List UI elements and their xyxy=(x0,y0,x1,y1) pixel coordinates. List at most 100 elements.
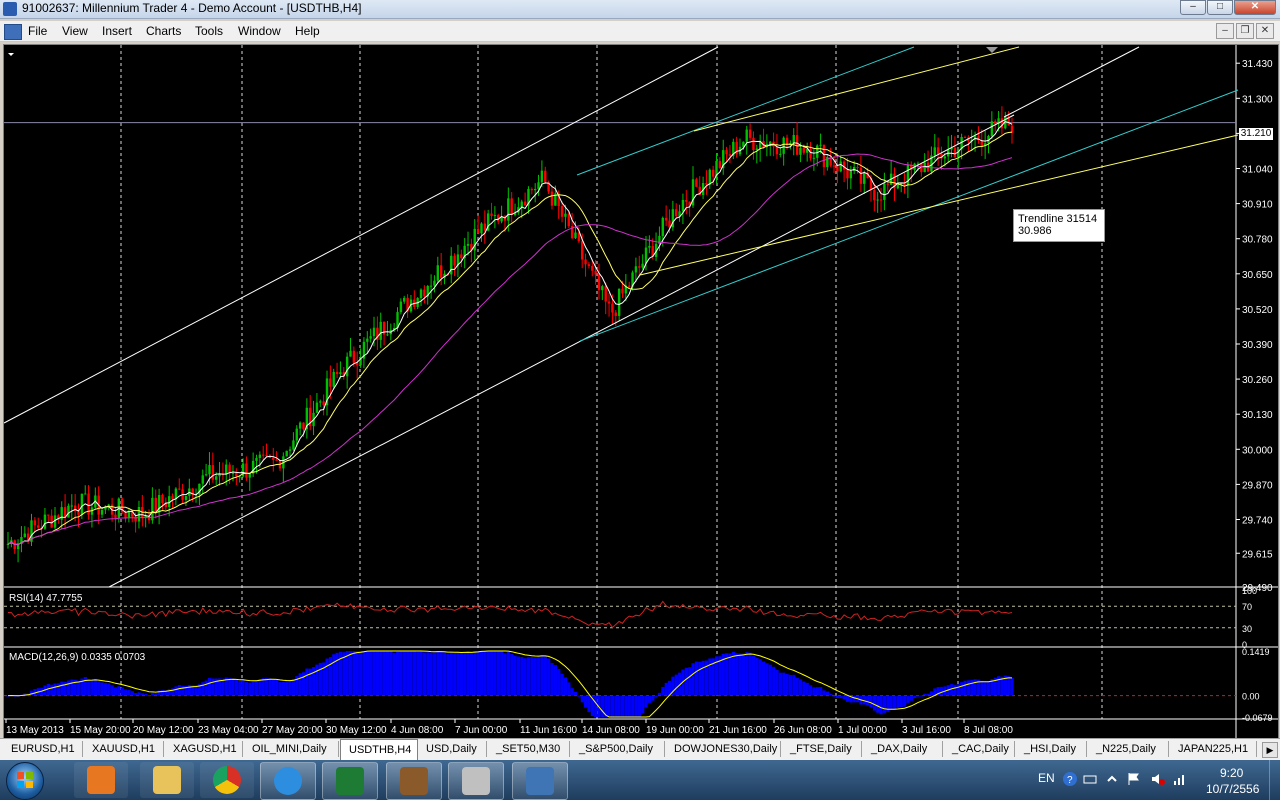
macd-histogram-bar xyxy=(244,681,249,696)
ma-fast-line xyxy=(7,121,1013,546)
mdi-restore-button[interactable]: ❐ xyxy=(1236,23,1254,39)
tab-japan225-h1[interactable]: JAPAN225,H1 xyxy=(1170,741,1257,757)
candle-body xyxy=(480,223,483,234)
candle-body xyxy=(641,263,644,268)
candle-body xyxy=(1010,125,1014,133)
macd-histogram-bar xyxy=(60,681,64,696)
candle-body xyxy=(745,129,748,142)
candle-body xyxy=(366,338,369,342)
help-icon[interactable]: ? xyxy=(1062,771,1078,787)
macd-histogram-bar xyxy=(970,679,974,696)
candle-body xyxy=(255,457,258,461)
tray-expand-icon[interactable] xyxy=(1104,771,1120,787)
tab-cac-daily[interactable]: _CAC,Daily xyxy=(944,741,1015,757)
taskbar-chrome-button[interactable] xyxy=(200,762,254,798)
tab-xauusd-h1[interactable]: XAUUSD,H1 xyxy=(84,741,164,757)
macd-histogram-bar xyxy=(335,652,339,696)
candle-body xyxy=(681,199,685,212)
show-desktop-button[interactable] xyxy=(1269,760,1280,800)
candle-body xyxy=(349,350,352,357)
candle-body xyxy=(836,166,839,172)
keyboard-icon[interactable] xyxy=(1082,771,1098,787)
macd-histogram-bar xyxy=(832,695,836,697)
channel-lower-white-ext xyxy=(1003,46,1140,118)
menu-window[interactable]: Window xyxy=(238,24,281,38)
tab-hsi-daily[interactable]: _HSI,Daily xyxy=(1016,741,1087,757)
taskbar-bird-app-button[interactable] xyxy=(386,762,442,800)
macd-histogram-bar xyxy=(674,674,678,696)
macd-histogram-bar xyxy=(866,695,870,706)
macd-histogram-bar xyxy=(939,686,944,696)
candle-body xyxy=(345,356,349,377)
clock-time[interactable]: 9:20 xyxy=(1220,766,1243,780)
menu-view[interactable]: View xyxy=(62,24,88,38)
taskbar-media-player-button[interactable] xyxy=(74,762,128,798)
macd-histogram-bar xyxy=(751,655,756,696)
taskbar-trader-button[interactable] xyxy=(512,762,568,800)
macd-histogram-bar xyxy=(171,688,175,696)
start-button[interactable] xyxy=(6,762,44,800)
macd-histogram-bar xyxy=(573,691,578,696)
candle-body xyxy=(80,493,84,515)
tab-xagusd-h1[interactable]: XAGUSD,H1 xyxy=(165,741,243,757)
menu-charts[interactable]: Charts xyxy=(146,24,181,38)
chart-window[interactable]: 13 May 2013 15 May 20:00 20 May 12:00 23 Ma… xyxy=(3,44,1279,740)
tab-usdthb-h4[interactable]: USDTHB,H4 xyxy=(340,739,418,760)
action-center-flag-icon[interactable] xyxy=(1126,771,1142,787)
tab-ftse-daily[interactable]: _FTSE,Daily xyxy=(782,741,862,757)
candle-body xyxy=(675,209,678,217)
tab-scroll-right-button[interactable]: ▶ xyxy=(1262,742,1278,758)
macd-histogram-bar xyxy=(211,678,215,696)
tab-oil-mini-daily[interactable]: OIL_MINI,Daily xyxy=(244,741,339,757)
macd-histogram-bar xyxy=(929,691,934,696)
menu-help[interactable]: Help xyxy=(295,24,320,38)
mdi-close-button[interactable]: ✕ xyxy=(1256,23,1274,39)
tab-eurusd-h1[interactable]: EURUSD,H1 xyxy=(3,741,83,757)
macd-histogram-bar xyxy=(483,651,487,696)
candle-body xyxy=(100,509,104,515)
candle-body xyxy=(403,297,406,302)
close-button[interactable]: ✕ xyxy=(1234,0,1276,15)
tab-set50-m30[interactable]: _SET50,M30 xyxy=(488,741,570,757)
taskbar-excel-button[interactable] xyxy=(322,762,378,800)
menu-insert[interactable]: Insert xyxy=(102,24,132,38)
macd-histogram-bar xyxy=(755,658,759,696)
taskbar-ie-button[interactable] xyxy=(260,762,316,800)
macd-level-label: 0.1419 xyxy=(1242,647,1270,657)
maximize-button[interactable]: □ xyxy=(1207,0,1233,15)
minimize-button[interactable]: – xyxy=(1180,0,1206,15)
mdi-controls: – ❐ ✕ xyxy=(1214,23,1274,39)
price-chart[interactable]: 13 May 2013 15 May 20:00 20 May 12:00 23 Ma… xyxy=(4,45,1278,739)
macd-histogram-bar xyxy=(543,655,547,696)
candle-body xyxy=(876,199,879,201)
ma-mid-line xyxy=(7,131,1013,546)
macd-histogram-bar xyxy=(889,695,893,710)
macd-histogram-bar xyxy=(876,695,880,713)
macd-histogram-bar xyxy=(956,684,960,696)
window-controls: – □ ✕ xyxy=(1179,0,1276,15)
candle-body xyxy=(33,520,37,526)
candle-body xyxy=(372,327,376,337)
macd-histogram-bar xyxy=(966,680,971,696)
macd-histogram-bar xyxy=(456,652,460,696)
candle-body xyxy=(288,449,292,451)
candle-body xyxy=(315,402,319,413)
clock-date[interactable]: 10/7/2556 xyxy=(1206,782,1259,796)
taskbar-paint-button[interactable] xyxy=(448,762,504,800)
macd-histogram-bar xyxy=(251,681,255,696)
macd-histogram-bar xyxy=(325,658,329,696)
tab-dax-daily[interactable]: _DAX,Daily xyxy=(863,741,943,757)
network-icon[interactable] xyxy=(1172,771,1188,787)
menu-file[interactable]: File xyxy=(28,24,47,38)
tab-s-p500-daily[interactable]: _S&P500,Daily xyxy=(571,741,665,757)
menu-tools[interactable]: Tools xyxy=(195,24,223,38)
macd-histogram-bar xyxy=(439,651,443,696)
taskbar-explorer-button[interactable] xyxy=(140,762,194,798)
tab-n225-daily[interactable]: _N225,Daily xyxy=(1088,741,1169,757)
mdi-minimize-button[interactable]: – xyxy=(1216,23,1234,39)
volume-muted-icon[interactable] xyxy=(1150,771,1166,787)
language-indicator[interactable]: EN xyxy=(1038,771,1055,785)
chart-window-icon[interactable] xyxy=(4,24,22,40)
tab-usd-daily[interactable]: USD,Daily xyxy=(418,741,487,757)
tab-dowjones30-daily[interactable]: DOWJONES30,Daily xyxy=(666,741,781,757)
